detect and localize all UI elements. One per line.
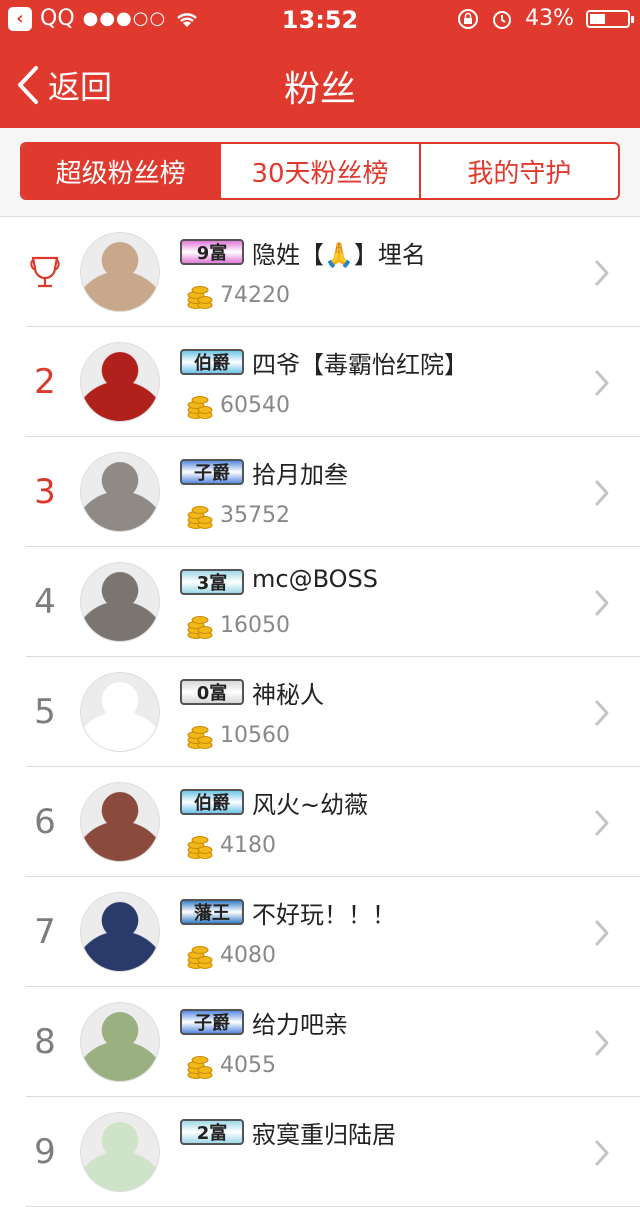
fan-row[interactable]: 4 3富 mc@BOSS 16050 xyxy=(0,547,640,657)
chevron-right-icon[interactable] xyxy=(594,919,610,951)
fan-name: 四爷【毒霸怡红院】 xyxy=(252,351,468,379)
fan-name: 神秘人 xyxy=(252,681,324,709)
chevron-right-icon[interactable] xyxy=(594,479,610,511)
fan-row[interactable]: 2 伯爵 四爷【毒霸怡红院】 60540 xyxy=(0,327,640,437)
segmented-tabs: 超级粉丝榜 30天粉丝榜 我的守护 xyxy=(20,142,620,200)
level-badge: 9富 xyxy=(180,239,244,265)
avatar[interactable] xyxy=(80,562,160,642)
fan-rank: 9 xyxy=(34,1132,56,1172)
coin-stack-icon xyxy=(186,283,214,315)
avatar[interactable] xyxy=(80,452,160,532)
tab-30-day-fans[interactable]: 30天粉丝榜 xyxy=(219,144,418,198)
fan-name: mc@BOSS xyxy=(252,565,378,593)
level-badge: 伯爵 xyxy=(180,349,244,375)
tab-super-fans[interactable]: 超级粉丝榜 xyxy=(22,144,220,198)
fan-row[interactable]: 7 藩王 不好玩！！！ 4080 xyxy=(0,877,640,987)
coin-stack-icon xyxy=(186,613,214,645)
fan-row[interactable]: 9 2富 寂寞重归陆居 xyxy=(0,1097,640,1207)
fan-rank: 8 xyxy=(34,1022,56,1062)
status-bar: ‹ QQ ●●●○○ 13:52 43% xyxy=(0,0,640,40)
status-right: 43% xyxy=(457,6,634,31)
level-badge: 伯爵 xyxy=(180,789,244,815)
tab-bar-container: 超级粉丝榜 30天粉丝榜 我的守护 xyxy=(0,128,640,217)
level-badge: 2富 xyxy=(180,1119,244,1145)
fan-score: 4080 xyxy=(220,943,276,968)
battery-percent: 43% xyxy=(525,6,574,31)
fan-ranking-list: 9富 隐姓【🙏】埋名 74220 2 伯爵 四爷【毒霸怡红院】 60540 3 子爵 拾月加叁 35… xyxy=(0,217,640,1207)
chevron-right-icon[interactable] xyxy=(594,589,610,621)
fan-score: 35752 xyxy=(220,503,290,528)
chevron-right-icon[interactable] xyxy=(594,369,610,401)
level-badge: 子爵 xyxy=(180,459,244,485)
tab-my-guardians[interactable]: 我的守护 xyxy=(418,144,618,198)
fan-rank: 2 xyxy=(34,362,56,402)
fan-rank: 3 xyxy=(34,472,56,512)
avatar[interactable] xyxy=(80,1002,160,1082)
avatar[interactable] xyxy=(80,232,160,312)
fan-name: 不好玩！！！ xyxy=(252,901,396,929)
battery-fill xyxy=(590,13,606,24)
rotation-lock-icon xyxy=(458,8,479,29)
level-badge: 子爵 xyxy=(180,1009,244,1035)
level-badge: 3富 xyxy=(180,569,244,595)
fan-row[interactable]: 3 子爵 拾月加叁 35752 xyxy=(0,437,640,547)
fan-rank: 5 xyxy=(34,692,56,732)
coin-stack-icon xyxy=(186,943,214,975)
fan-rank: 4 xyxy=(34,582,56,622)
avatar[interactable] xyxy=(80,1112,160,1192)
avatar[interactable] xyxy=(80,342,160,422)
avatar[interactable] xyxy=(80,892,160,972)
chevron-right-icon[interactable] xyxy=(594,1139,610,1171)
fan-row[interactable]: 6 伯爵 风火~幼薇 4180 xyxy=(0,767,640,877)
trophy-icon xyxy=(0,217,90,327)
fan-score: 4055 xyxy=(220,1053,276,1078)
fan-score: 16050 xyxy=(220,613,290,638)
alarm-icon xyxy=(493,10,512,29)
chevron-right-icon[interactable] xyxy=(594,809,610,841)
fan-score: 10560 xyxy=(220,723,290,748)
fan-rank: 7 xyxy=(34,912,56,952)
page-title: 粉丝 xyxy=(283,69,356,110)
fan-score: 74220 xyxy=(220,283,290,308)
fan-score: 4180 xyxy=(220,833,276,858)
coin-stack-icon xyxy=(186,723,214,755)
fan-name: 寂寞重归陆居 xyxy=(252,1121,396,1149)
navigation-bar: 返回 粉丝 xyxy=(0,40,640,128)
fan-row[interactable]: 9富 隐姓【🙏】埋名 74220 xyxy=(0,217,640,327)
fan-name: 拾月加叁 xyxy=(252,461,348,489)
fan-rank: 6 xyxy=(34,802,56,842)
avatar[interactable] xyxy=(80,672,160,752)
fan-name: 风火~幼薇 xyxy=(252,791,369,819)
fan-row[interactable]: 5 0富 神秘人 10560 xyxy=(0,657,640,767)
chevron-right-icon[interactable] xyxy=(594,1029,610,1061)
battery-icon xyxy=(586,9,634,28)
fan-name: 给力吧亲 xyxy=(252,1011,348,1039)
level-badge: 藩王 xyxy=(180,899,244,925)
coin-stack-icon xyxy=(186,503,214,535)
fan-row[interactable]: 8 子爵 给力吧亲 4055 xyxy=(0,987,640,1097)
fan-score: 60540 xyxy=(220,393,290,418)
chevron-right-icon[interactable] xyxy=(594,699,610,731)
chevron-right-icon[interactable] xyxy=(594,259,610,291)
coin-stack-icon xyxy=(186,833,214,865)
coin-stack-icon xyxy=(186,393,214,425)
fan-name: 隐姓【🙏】埋名 xyxy=(252,241,426,269)
avatar[interactable] xyxy=(80,782,160,862)
coin-stack-icon xyxy=(186,1053,214,1085)
level-badge: 0富 xyxy=(180,679,244,705)
